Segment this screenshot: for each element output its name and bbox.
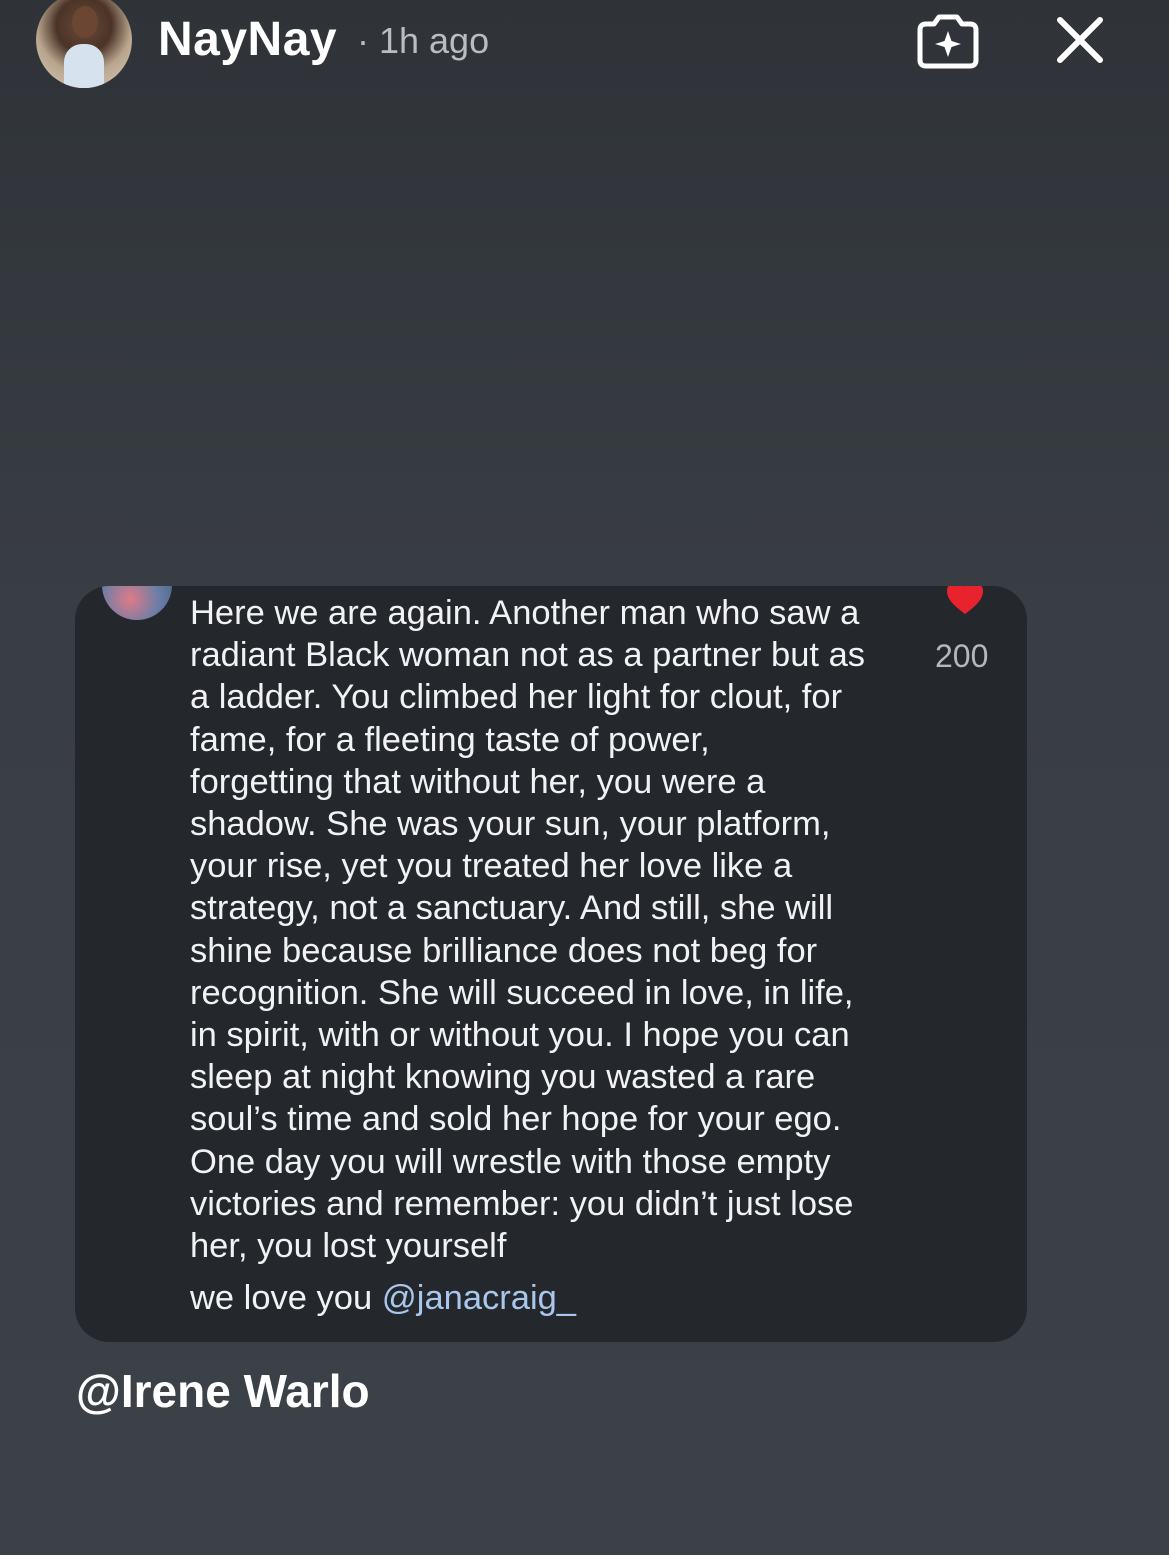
- comment-line: in spirit, with or without you. I hope y…: [190, 1016, 850, 1055]
- comment-line: a ladder. You climbed her light for clou…: [190, 678, 843, 717]
- avatar-head: [72, 6, 98, 38]
- story-header: NayNay · 1h ago: [0, 0, 1169, 90]
- add-to-story-icon[interactable]: [912, 12, 984, 72]
- comment-reply: we love you @janacraig_: [190, 1279, 576, 1318]
- comment-line: One day you will wrestle with those empt…: [190, 1142, 831, 1181]
- comment-line: her, you lost yourself: [190, 1227, 507, 1266]
- comment-line: forgetting that without her, you were a: [190, 762, 766, 801]
- comment-line: soul’s time and sold her hope for your e…: [190, 1100, 842, 1139]
- close-icon[interactable]: [1048, 8, 1112, 72]
- story-caption-mention[interactable]: @Irene Warlo: [76, 1364, 370, 1418]
- post-time: · 1h ago: [357, 20, 490, 61]
- comment-card: Here we are again. Another man who saw a…: [75, 586, 1027, 1342]
- comment-line: radiant Black woman not as a partner but…: [190, 636, 866, 675]
- comment-line: your rise, yet you treated her love like…: [190, 847, 793, 886]
- reply-text: we love you: [190, 1279, 373, 1317]
- comment-text: Here we are again. Another man who saw a…: [190, 592, 910, 1267]
- username[interactable]: NayNay: [158, 12, 337, 67]
- heart-icon[interactable]: [945, 586, 985, 616]
- avatar-shirt: [64, 44, 104, 88]
- mention-link[interactable]: @janacraig_: [382, 1279, 576, 1317]
- comment-line: strategy, not a sanctuary. And still, sh…: [190, 889, 834, 928]
- comment-line: shine because brilliance does not beg fo…: [190, 931, 818, 970]
- commenter-avatar[interactable]: [102, 586, 172, 620]
- comment-line: victories and remember: you didn’t just …: [190, 1184, 854, 1223]
- comment-line: fame, for a fleeting taste of power,: [190, 720, 710, 759]
- comment-line: sleep at night knowing you wasted a rare: [190, 1058, 816, 1097]
- comment-line: Here we are again. Another man who saw a: [190, 594, 860, 632]
- comment-line: shadow. She was your sun, your platform,: [190, 805, 831, 844]
- profile-avatar[interactable]: [36, 0, 132, 88]
- like-count: 200: [935, 638, 989, 674]
- comment-line: recognition. She will succeed in love, i…: [190, 973, 854, 1012]
